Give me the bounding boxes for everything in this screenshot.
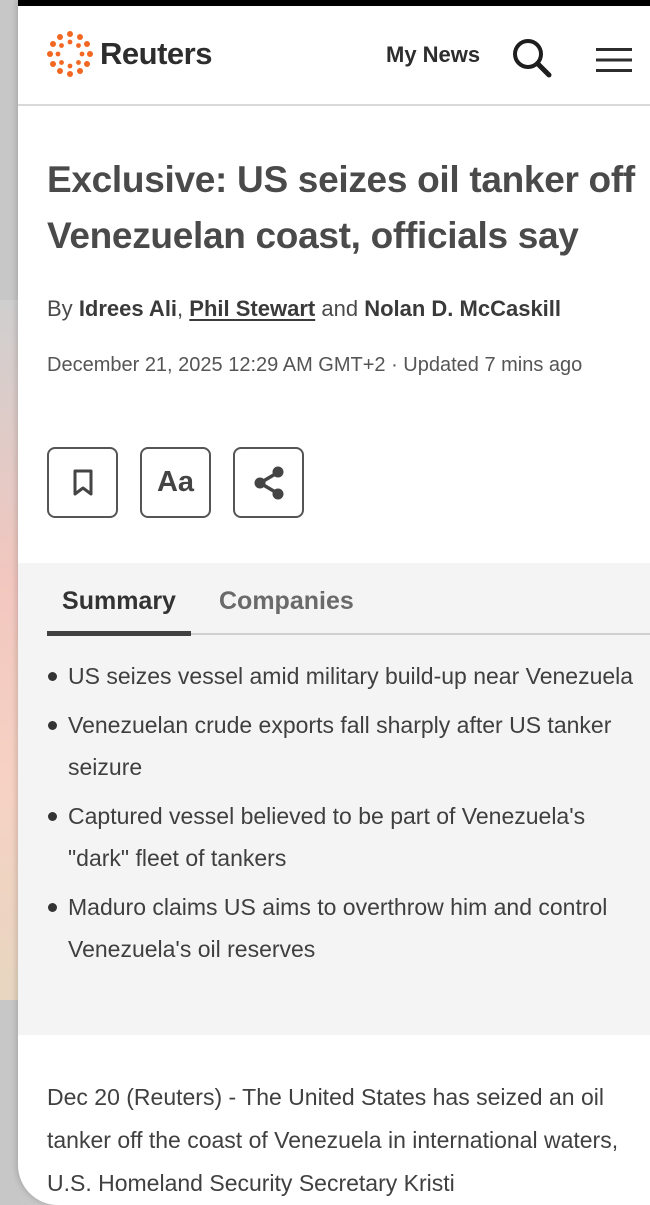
summary-item-text: Venezuelan crude exports fall sharply af… bbox=[68, 712, 612, 780]
byline-prefix: By bbox=[47, 296, 73, 321]
article-dateline: December 21, 2025 12:29 AM GMT+2 · Updat… bbox=[47, 354, 583, 376]
text-size-button[interactable]: Aa bbox=[140, 447, 211, 518]
bookmark-button[interactable] bbox=[47, 447, 118, 518]
article-tabs: Summary Companies bbox=[47, 583, 650, 636]
share-icon bbox=[254, 466, 283, 499]
bullet-dot bbox=[48, 812, 57, 821]
byline-separator: , bbox=[177, 296, 184, 321]
author-link[interactable]: Phil Stewart bbox=[189, 296, 315, 321]
reuters-logo[interactable]: Reuters bbox=[46, 30, 212, 78]
bullet-dot bbox=[48, 672, 57, 681]
article-body-paragraph: Dec 20 (Reuters) - The United States has… bbox=[47, 1084, 619, 1196]
summary-item: Venezuelan crude exports fall sharply af… bbox=[47, 704, 637, 788]
summary-panel: Summary Companies US seizes vessel amid … bbox=[18, 563, 650, 1035]
byline-conjunction: and bbox=[321, 296, 359, 321]
hamburger-menu-icon[interactable] bbox=[596, 46, 632, 74]
summary-item-text: Captured vessel believed to be part of V… bbox=[68, 803, 586, 871]
brand-name: Reuters bbox=[100, 36, 212, 71]
summary-list: US seizes vessel amid military build-up … bbox=[47, 655, 637, 977]
search-icon[interactable] bbox=[510, 36, 554, 80]
author-name[interactable]: Nolan D. McCaskill bbox=[364, 296, 561, 321]
article-headline: Exclusive: US seizes oil tanker off Vene… bbox=[47, 159, 635, 256]
reuters-logo-icon bbox=[47, 31, 93, 77]
summary-item: US seizes vessel amid military build-up … bbox=[47, 655, 637, 697]
summary-item: Maduro claims US aims to overthrow him a… bbox=[47, 886, 637, 970]
tab-companies[interactable]: Companies bbox=[219, 583, 354, 631]
phone-screen: Reuters My News Exclusive: US seizes oil… bbox=[18, 0, 650, 1205]
byline: By Idrees Ali, Phil Stewart and Nolan D.… bbox=[47, 296, 650, 322]
author-name[interactable]: Idrees Ali bbox=[79, 296, 177, 321]
summary-item-text: US seizes vessel amid military build-up … bbox=[68, 663, 634, 689]
share-button[interactable] bbox=[233, 447, 304, 518]
bullet-dot bbox=[48, 721, 57, 730]
tab-summary[interactable]: Summary bbox=[47, 583, 191, 636]
bullet-dot bbox=[48, 903, 57, 912]
site-header: Reuters My News bbox=[18, 6, 650, 106]
bookmark-icon bbox=[73, 469, 92, 495]
summary-item-text: Maduro claims US aims to overthrow him a… bbox=[68, 894, 608, 962]
summary-item: Captured vessel believed to be part of V… bbox=[47, 795, 637, 879]
my-news-link[interactable]: My News bbox=[386, 42, 480, 68]
text-size-label: Aa bbox=[156, 466, 195, 498]
article-actions: Aa bbox=[47, 447, 304, 518]
